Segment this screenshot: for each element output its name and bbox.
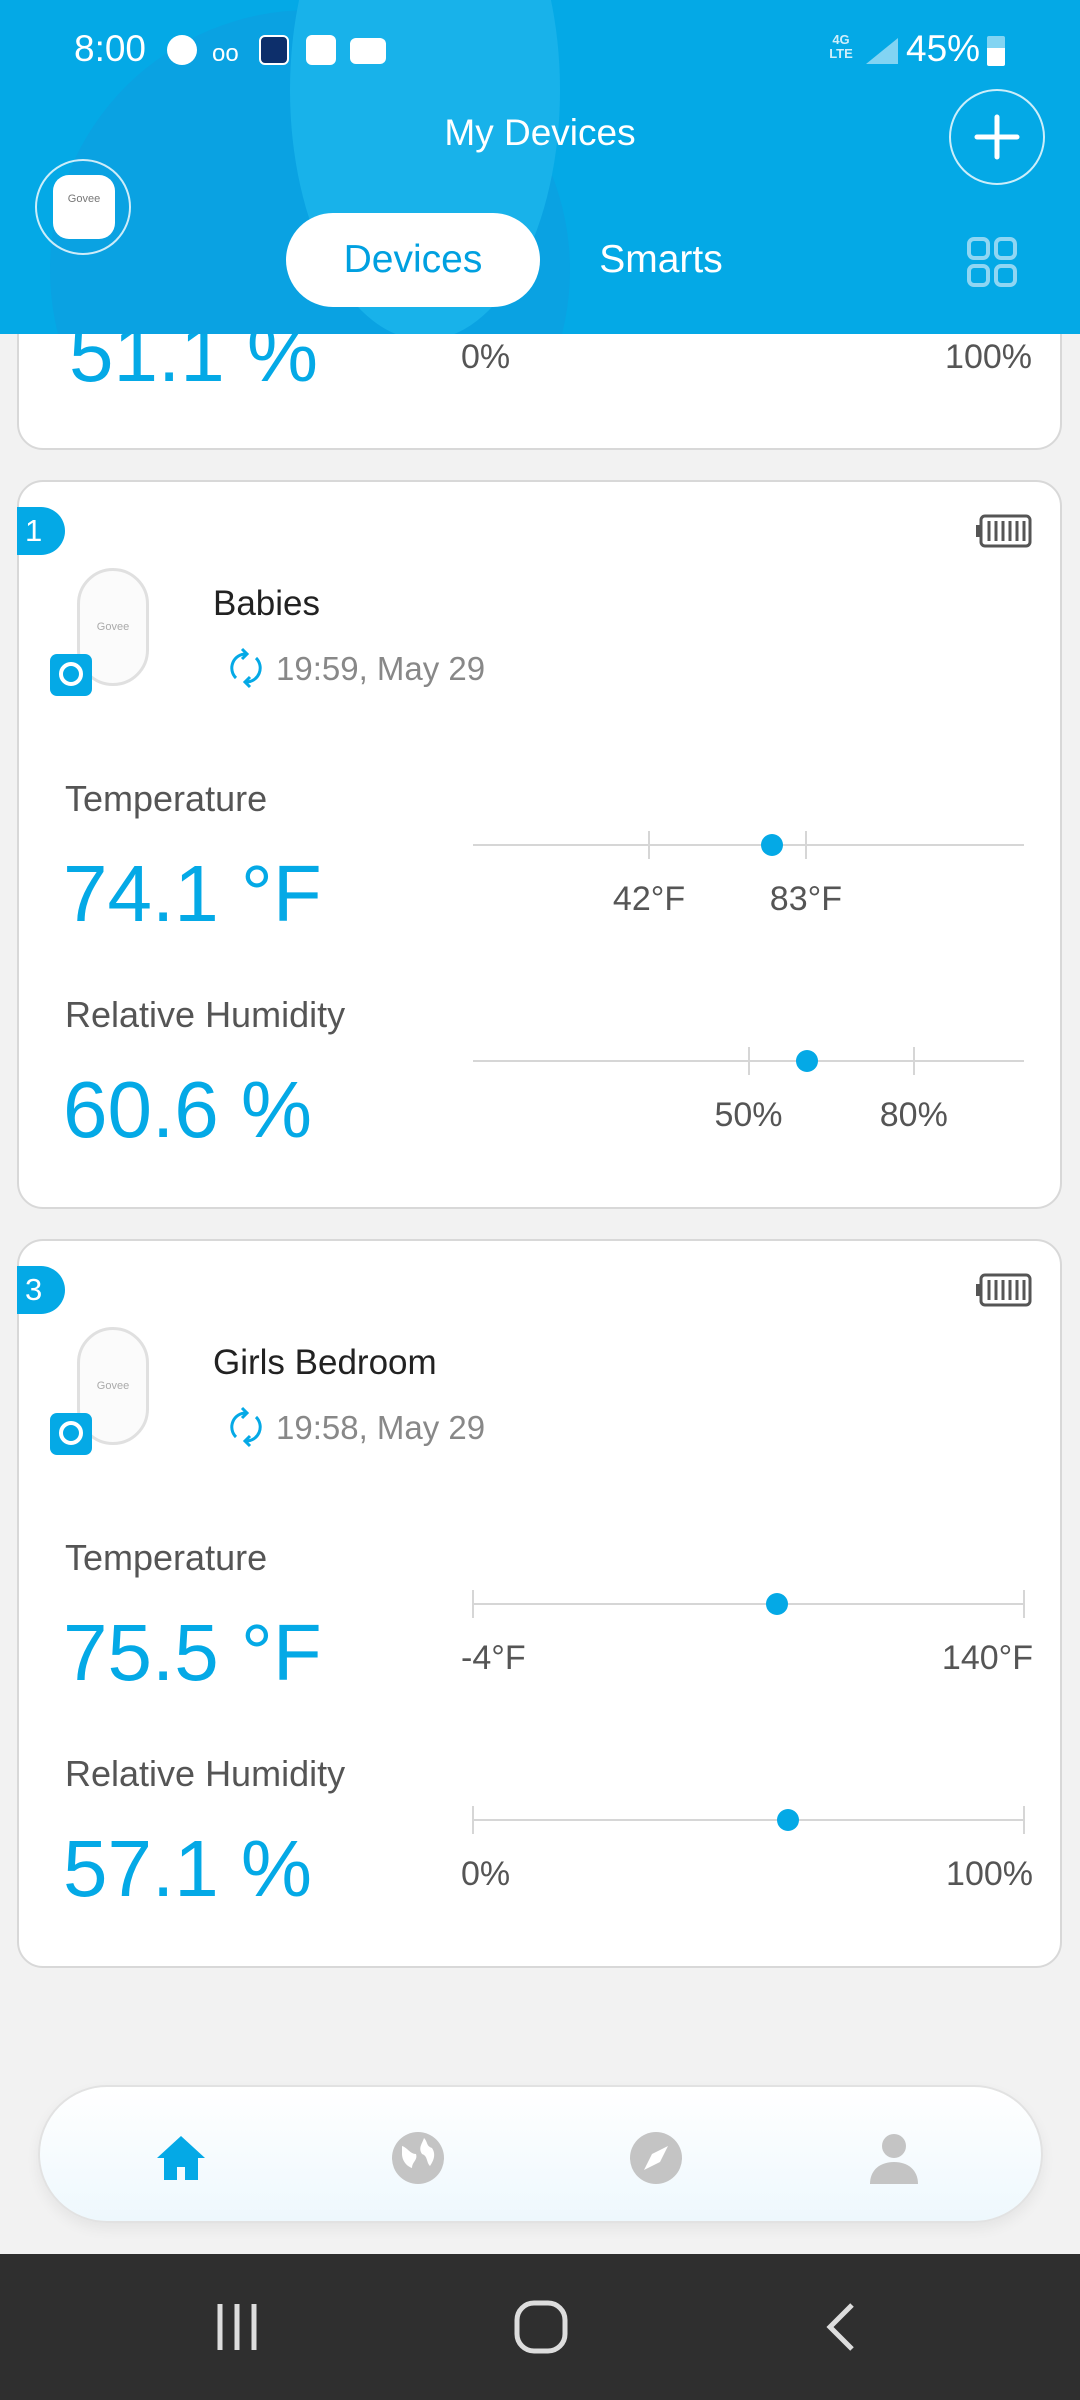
temperature-tick <box>472 1590 474 1618</box>
humidity-range-bar: 50% 80% <box>19 1047 1060 1160</box>
temperature-tick <box>804 831 807 859</box>
humidity-label: Relative Humidity <box>65 994 346 1035</box>
humidity-label: Relative Humidity <box>65 1753 346 1794</box>
temperature-label: Temperature <box>65 1537 268 1578</box>
humidity-tick-label: 0% <box>461 1855 511 1893</box>
network-type-indicator: 4G LTE <box>829 32 853 61</box>
recents-icon[interactable] <box>212 2302 262 2352</box>
humidity-range-bar: 0% 100% <box>19 1806 1060 1919</box>
temperature-tick-label: 83°F <box>769 880 842 918</box>
back-icon[interactable] <box>822 2302 862 2352</box>
home-button-icon[interactable] <box>514 2300 568 2354</box>
plus-icon <box>974 114 1020 160</box>
temperature-track <box>473 1603 1024 1605</box>
crypto-app-icon <box>259 35 289 65</box>
last-update-time: 19:59, May 29 <box>276 650 486 687</box>
humidity-tick-label: 50% <box>714 1096 783 1134</box>
range-max-label: 100% <box>945 338 1032 376</box>
humidity-tick <box>747 1047 750 1075</box>
signal-icon <box>866 38 898 64</box>
add-device-button[interactable] <box>949 89 1045 185</box>
tab-smarts[interactable]: Smarts <box>560 213 762 307</box>
device-card[interactable]: 1 Govee Babies 19:59, May 29 Temperature… <box>17 480 1062 1209</box>
temperature-value-dot <box>760 834 783 856</box>
humidity-track <box>473 1819 1024 1821</box>
facebook-icon <box>167 35 197 65</box>
youtube-icon <box>350 38 386 64</box>
gallery-icon <box>306 35 336 65</box>
tab-devices[interactable]: Devices <box>286 213 540 307</box>
humidity-tick <box>1023 1806 1025 1834</box>
device-card[interactable]: 3 Govee Girls Bedroom 19:58, May 29 Temp… <box>17 1239 1062 1968</box>
humidity-value-dot <box>776 1809 799 1831</box>
profile-device-button[interactable]: Govee <box>35 159 131 255</box>
range-min-label: 0% <box>461 338 511 376</box>
battery-percent: 45% <box>906 28 981 69</box>
device-index-badge: 1 <box>17 507 65 555</box>
last-update-time: 19:58, May 29 <box>276 1409 486 1446</box>
humidity-value-dot <box>795 1050 818 1072</box>
globe-icon[interactable] <box>390 2130 446 2186</box>
alexa-icon <box>50 1413 92 1455</box>
alexa-icon <box>50 654 92 696</box>
device-index-badge: 3 <box>17 1266 65 1314</box>
page-title: My Devices <box>444 112 636 153</box>
humidity-tick <box>912 1047 915 1075</box>
temperature-tick-label: 140°F <box>941 1639 1033 1677</box>
device-name: Babies <box>213 584 321 623</box>
temperature-tick <box>648 831 650 859</box>
app-header: 8:00 oo 4G LTE 45% Govee My Devices Devi… <box>0 0 1080 334</box>
sync-icon[interactable] <box>226 646 266 690</box>
battery-icon <box>987 36 1005 66</box>
compass-icon[interactable] <box>628 2130 684 2186</box>
temperature-tick <box>1023 1590 1025 1618</box>
profile-icon[interactable] <box>866 2130 922 2186</box>
device-name: Girls Bedroom <box>213 1343 437 1382</box>
home-icon[interactable] <box>153 2130 209 2186</box>
humidity-tick <box>472 1806 474 1834</box>
temperature-value-dot <box>766 1593 789 1615</box>
temperature-tick-label: 42°F <box>612 880 686 918</box>
grid-view-icon[interactable] <box>967 237 1017 287</box>
temperature-tick-label: -4°F <box>461 1639 526 1677</box>
humidity-tick-label: 80% <box>879 1096 948 1134</box>
status-time: 8:00 <box>74 28 147 69</box>
temperature-range-bar: -4°F 140°F <box>19 1590 1060 1703</box>
sync-icon[interactable] <box>226 1405 266 1449</box>
system-navigation-bar <box>0 2254 1080 2400</box>
temperature-track <box>473 844 1024 846</box>
temperature-range-bar: 42°F 83°F <box>19 831 1060 944</box>
voicemail-icon: oo <box>212 40 239 67</box>
battery-full-icon <box>976 1273 1032 1307</box>
govee-device-avatar: Govee <box>53 175 115 239</box>
humidity-tick-label: 100% <box>946 1855 1033 1893</box>
temperature-label: Temperature <box>65 778 268 819</box>
battery-full-icon <box>976 514 1032 548</box>
